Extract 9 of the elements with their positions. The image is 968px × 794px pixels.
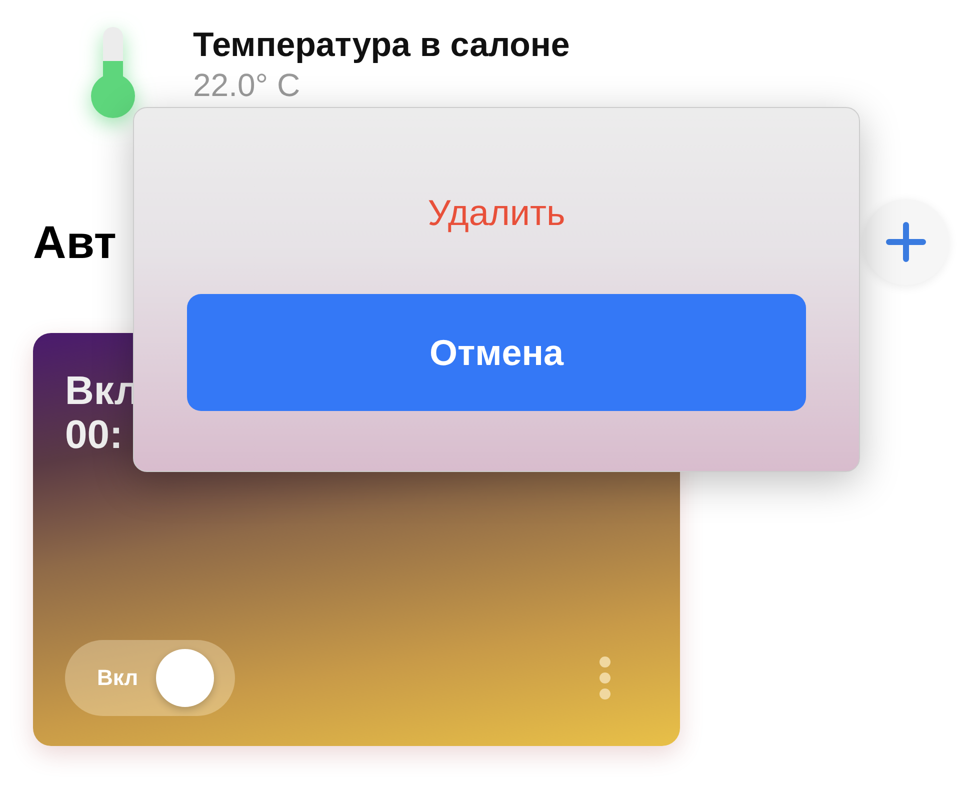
sensor-value: 22.0° C (193, 66, 302, 105)
section-title: Авт (33, 215, 116, 269)
delete-button[interactable]: Удалить (428, 192, 566, 234)
automation-time: 00: (65, 413, 123, 457)
toggle-switch[interactable]: Вкл (65, 640, 235, 716)
plus-icon (886, 222, 926, 262)
sensor-name: Температура в салоне (193, 25, 570, 65)
thermometer-icon (90, 27, 136, 119)
cancel-button[interactable]: Отмена (187, 294, 806, 411)
